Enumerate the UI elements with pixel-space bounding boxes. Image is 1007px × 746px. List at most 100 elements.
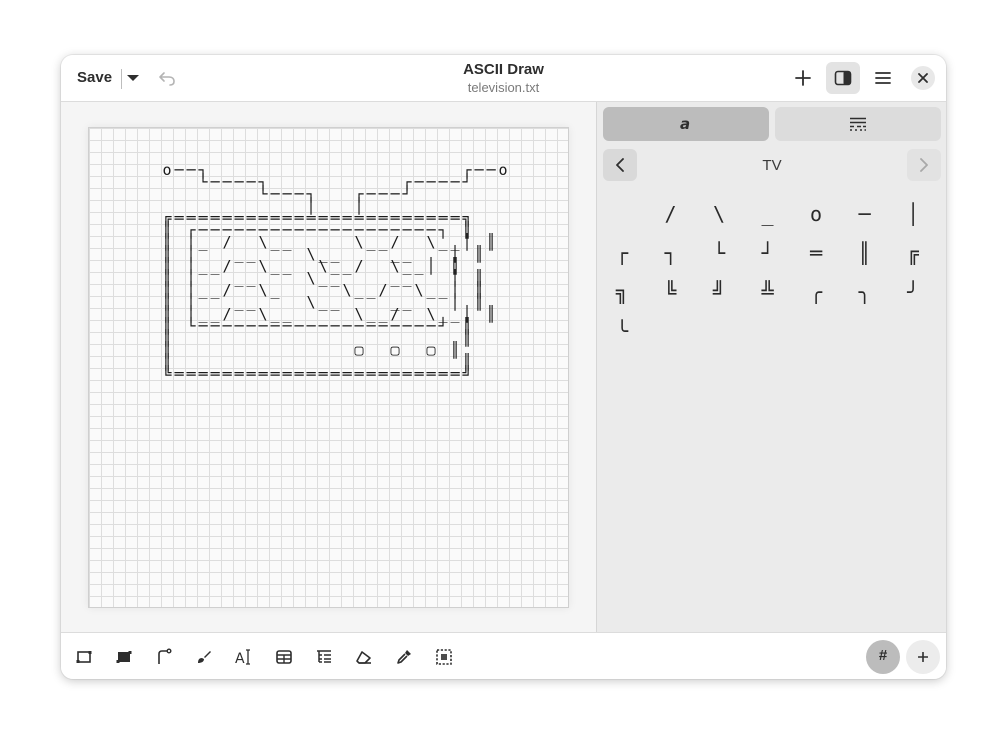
glyph-button[interactable]: ╗ (608, 278, 636, 306)
glyph-button[interactable]: │ (899, 200, 927, 228)
drawing-char: ─ (233, 317, 244, 335)
sidebar-toggle-icon (834, 70, 852, 86)
drawing-char: ▢ (354, 341, 363, 359)
tool-table[interactable] (272, 645, 296, 669)
drawing-char: ═ (401, 365, 412, 383)
tool-tree[interactable] (312, 645, 336, 669)
filled-rectangle-icon (116, 651, 132, 663)
drawing-char: ═ (329, 365, 340, 383)
glyph-button[interactable]: ╝ (705, 278, 733, 306)
tab-characters[interactable]: a (603, 107, 769, 141)
drawing-char: _ (438, 233, 448, 251)
drawing-char: ─ (281, 317, 292, 335)
drawing-char: ═ (281, 365, 292, 383)
tool-color-picker[interactable] (392, 645, 416, 669)
drawing-char: ─ (173, 161, 184, 179)
glyph-button[interactable]: _ (754, 200, 782, 228)
drawing-char: ─ (341, 221, 352, 239)
glyph-button[interactable]: ╩ (754, 278, 782, 306)
drawing-char: ─ (317, 221, 328, 239)
drawing-char: _ (198, 257, 208, 275)
glyph-button[interactable]: ╮ (851, 278, 879, 306)
drawing-char: ═ (341, 365, 352, 383)
drawing-char: ─ (473, 161, 484, 179)
tool-line[interactable] (152, 645, 176, 669)
characters-icon: a (680, 117, 690, 131)
drawing-char: ═ (305, 365, 316, 383)
tool-text[interactable]: A (232, 645, 256, 669)
next-category-button[interactable] (907, 149, 941, 181)
canvas-area[interactable]: o ─ ─ ┐ ┌ ─ ─ o └ ─ ─ ─ ─ ┐ ┌ ─ ─ ─ ─ ┘ └ ─ ─ ─ ┐ ┌ ─ ─ ─ ┘ │ │ ╔ ═ ═ ═ ═ ═ ═ ═… (61, 102, 596, 632)
drawing-char: ─ (281, 185, 292, 203)
drawing-char: _ (270, 233, 280, 251)
glyph-button[interactable]: └ (705, 239, 733, 267)
drawing-char: ═ (233, 365, 244, 383)
tool-filled-rectangle[interactable] (112, 645, 136, 669)
glyph-button[interactable]: ╔ (899, 239, 927, 267)
glyph-button[interactable]: ┐ (657, 239, 685, 267)
sidebar-toggle-button[interactable] (826, 62, 860, 94)
drawing-char: ═ (245, 365, 256, 383)
drawing-char: ─ (341, 317, 352, 335)
drawing-char: ═ (197, 365, 208, 383)
drawing-char: ─ (329, 317, 340, 335)
drawing-char: ─ (245, 221, 256, 239)
drawing-char: ─ (449, 173, 460, 191)
glyph-button[interactable]: / (657, 200, 685, 228)
drawing-char: _ (198, 233, 208, 251)
drawing-char: ─ (185, 161, 196, 179)
new-file-button[interactable] (786, 62, 820, 94)
glyph-button[interactable]: ┌ (608, 239, 636, 267)
drawing-char: ─ (317, 317, 328, 335)
tab-lines[interactable] (775, 107, 941, 141)
drawing-char: _ (342, 257, 352, 275)
glyph-button[interactable]: ╯ (899, 278, 927, 306)
glyph-button[interactable]: ╭ (802, 278, 830, 306)
glyph-button[interactable]: ║ (851, 239, 879, 267)
drawing-char: ║ (450, 340, 459, 359)
tool-rectangle[interactable] (72, 645, 96, 669)
tool-select[interactable] (432, 645, 456, 669)
drawing-char: \ (426, 233, 435, 251)
drawing-char: ─ (305, 221, 316, 239)
grid-label: # (878, 647, 888, 664)
tool-eraser[interactable] (352, 645, 376, 669)
drawing-char: ─ (365, 317, 376, 335)
header-bar: Save ASCII Draw television.txt (61, 55, 946, 102)
drawing-char: ═ (185, 365, 196, 383)
category-label: TV (762, 157, 782, 174)
drawing-char: / (222, 257, 231, 275)
glyph-button[interactable]: \ (705, 200, 733, 228)
line-icon (158, 648, 172, 664)
grid-toggle-button[interactable]: # (866, 640, 900, 674)
drawing-char: ┘ (437, 316, 447, 335)
glyph-button[interactable]: ─ (851, 200, 879, 228)
drawing-char: ─ (401, 221, 412, 239)
main-menu-button[interactable] (866, 62, 900, 94)
tool-freehand[interactable] (192, 645, 216, 669)
zoom-in-button[interactable] (906, 640, 940, 674)
drawing-char: o (162, 161, 171, 179)
glyph-button[interactable]: ╚ (657, 278, 685, 306)
prev-category-button[interactable] (603, 149, 637, 181)
drawing-char: ─ (437, 173, 448, 191)
drawing-char: └ (198, 172, 208, 191)
drawing-char: ─ (389, 317, 400, 335)
drawing-char: ─ (293, 317, 304, 335)
drawing-char: \ (258, 257, 267, 275)
drawing-char: \ (354, 233, 363, 251)
close-button[interactable] (911, 66, 935, 90)
glyph-button[interactable]: ═ (802, 239, 830, 267)
glyph-button[interactable]: ┘ (754, 239, 782, 267)
glyph-button[interactable]: ╰ (608, 317, 636, 345)
drawing-char: / (222, 281, 231, 299)
drawing-char: ═ (173, 365, 184, 383)
drawing-char: _ (414, 257, 424, 275)
color-picker-icon (397, 650, 411, 664)
glyph-button[interactable]: o (802, 200, 830, 228)
drawing-canvas[interactable]: o ─ ─ ┐ ┌ ─ ─ o └ ─ ─ ─ ─ ┐ ┌ ─ ─ ─ ─ ┘ └ ─ ─ ─ ┐ ┌ ─ ─ ─ ┘ │ │ ╔ ═ ═ ═ ═ ═ ═ ═… (88, 127, 569, 608)
drawing-char: _ (438, 281, 448, 299)
drawing-char: _ (330, 293, 340, 311)
tree-list-icon (317, 650, 331, 663)
drawing-char: ─ (221, 173, 232, 191)
